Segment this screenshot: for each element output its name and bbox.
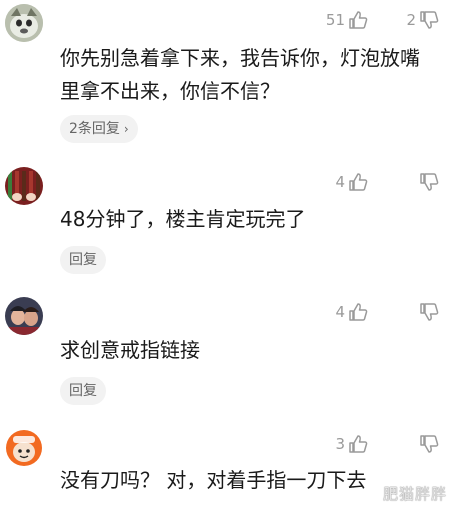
like-count: 4	[335, 303, 345, 321]
reply-count-label: 2条回复	[69, 121, 120, 137]
reply-label: 回复	[69, 252, 97, 268]
comment-text: 没有刀吗？ 对，对着手指一刀下去	[60, 468, 367, 492]
dislike-count: 2	[406, 11, 416, 29]
thumbs-down-icon	[419, 302, 439, 322]
thumbs-up-icon	[348, 434, 368, 454]
dislike-button[interactable]	[402, 302, 439, 322]
thumbs-up-icon	[348, 10, 368, 30]
like-button[interactable]: 4	[331, 302, 368, 322]
dislike-button[interactable]	[402, 172, 439, 192]
like-count: 4	[335, 173, 345, 191]
avatar[interactable]	[5, 4, 43, 42]
like-button[interactable]: 51	[326, 10, 368, 30]
like-count: 51	[325, 11, 345, 29]
comment-text: 48分钟了，楼主肯定玩完了	[60, 207, 306, 231]
comment-text: 你先别急着拿下来，我告诉你，灯泡放嘴里拿不出来，你信不信？	[60, 46, 420, 103]
like-button[interactable]: 4	[331, 172, 368, 192]
reply-label: 回复	[69, 383, 97, 399]
dislike-button[interactable]: 2	[402, 10, 439, 30]
thumbs-up-icon	[348, 172, 368, 192]
reply-button[interactable]: 回复	[60, 377, 106, 405]
view-replies-button[interactable]: 2条回复 ›	[60, 115, 138, 143]
comment-text: 求创意戒指链接	[60, 338, 200, 362]
thumbs-down-icon	[419, 10, 439, 30]
avatar[interactable]	[5, 429, 43, 467]
like-count: 3	[335, 435, 345, 453]
thumbs-up-icon	[348, 302, 368, 322]
chevron-right-icon: ›	[123, 122, 129, 136]
watermark: 肥猫胖胖	[382, 485, 447, 503]
dislike-button[interactable]	[402, 434, 439, 454]
reply-button[interactable]: 回复	[60, 246, 106, 274]
thumbs-down-icon	[419, 172, 439, 192]
avatar[interactable]	[5, 167, 43, 205]
avatar[interactable]	[5, 297, 43, 335]
like-button[interactable]: 3	[331, 434, 368, 454]
thumbs-down-icon	[419, 434, 439, 454]
